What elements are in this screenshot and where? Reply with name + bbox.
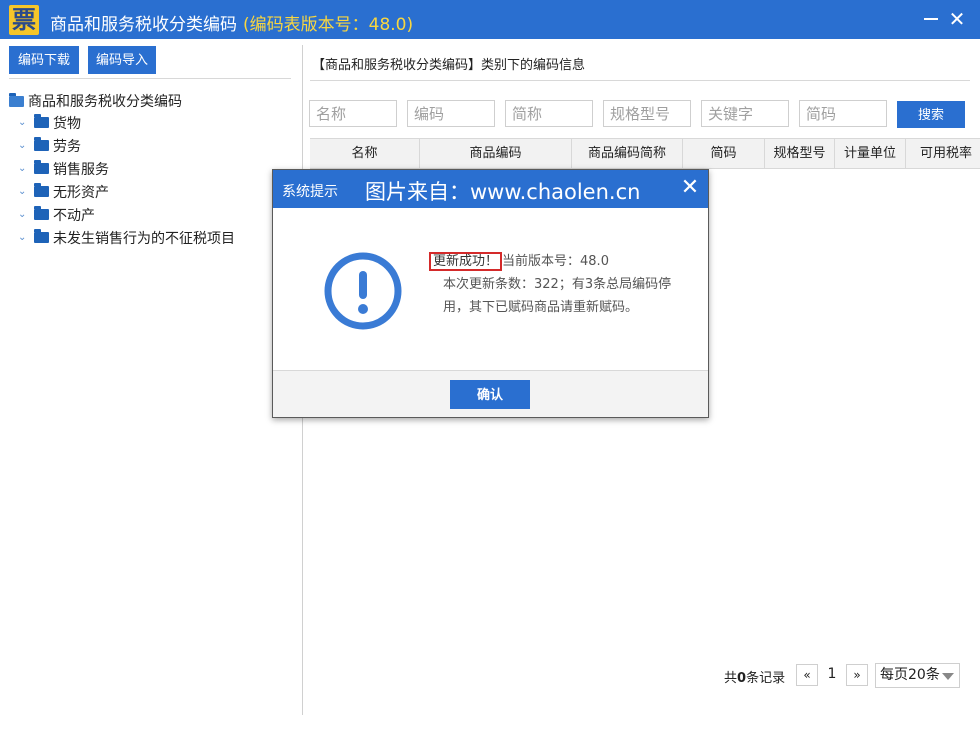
page-size-select[interactable]: 每页20条 <box>875 663 960 688</box>
column-header-unit[interactable]: 计量单位 <box>835 139 906 168</box>
folder-icon <box>34 137 49 151</box>
tree-item-label: 劳务 <box>53 138 81 155</box>
tree-item-non-taxable[interactable]: ⌄ 未发生销售行为的不征税项目 <box>9 226 235 249</box>
search-button[interactable]: 搜索 <box>897 101 965 128</box>
dialog-title: 系统提示 <box>282 184 338 200</box>
column-header-code-abbr[interactable]: 商品编码简称 <box>572 139 683 168</box>
close-icon: ✕ <box>948 7 966 31</box>
dropdown-arrow-icon <box>942 673 954 680</box>
column-header-name[interactable]: 名称 <box>310 139 420 168</box>
search-abbr-input[interactable] <box>505 100 593 127</box>
version-text: (编码表版本号：48.0) <box>243 15 414 35</box>
folder-icon <box>34 160 49 174</box>
tree-item-intangible-assets[interactable]: ⌄ 无形资产 <box>9 180 235 203</box>
prev-page-button[interactable]: « <box>796 664 818 686</box>
dialog-message: 更新成功！ 当前版本号：48.0 本次更新条数：322；有3条总局编码停用，其下已… <box>429 250 693 319</box>
confirm-button[interactable]: 确认 <box>450 380 530 409</box>
close-window-button[interactable]: ✕ <box>944 6 970 32</box>
tree-root[interactable]: 商品和服务税收分类编码 <box>9 91 235 111</box>
tree-item-label: 无形资产 <box>53 184 109 201</box>
search-spec-input[interactable] <box>603 100 691 127</box>
section-title: 【商品和服务税收分类编码】类别下的编码信息 <box>312 58 586 73</box>
record-count: 共0条记录 <box>724 667 785 686</box>
dialog-body: 更新成功！ 当前版本号：48.0 本次更新条数：322；有3条总局编码停用，其下已… <box>273 208 708 370</box>
category-tree: 商品和服务税收分类编码 ⌄ 货物 ⌄ 劳务 ⌄ 销售服务 ⌄ 无形资产 ⌄ 不动… <box>9 91 235 249</box>
folder-icon <box>34 206 49 220</box>
success-text: 更新成功！ <box>429 252 503 271</box>
column-header-shortcode[interactable]: 简码 <box>683 139 765 168</box>
expand-chevron-icon[interactable]: ⌄ <box>18 117 32 128</box>
divider <box>310 80 970 81</box>
page-size-value: 每页20条 <box>880 667 940 683</box>
folder-icon <box>34 114 49 128</box>
column-header-code[interactable]: 商品编码 <box>420 139 572 168</box>
system-prompt-dialog: 系统提示 图片来自：www.chaolen.cn ✕ 更新成功！ 当前版本号：48… <box>272 169 709 418</box>
expand-chevron-icon[interactable]: ⌄ <box>18 186 32 197</box>
expand-chevron-icon[interactable]: ⌄ <box>18 163 32 174</box>
tree-item-label: 未发生销售行为的不征税项目 <box>53 230 235 247</box>
record-count-value: 0 <box>737 671 747 686</box>
expand-chevron-icon[interactable]: ⌄ <box>18 232 32 243</box>
page-number[interactable]: 1 <box>824 666 840 682</box>
tree-item-sales-service[interactable]: ⌄ 销售服务 <box>9 157 235 180</box>
dialog-header: 系统提示 图片来自：www.chaolen.cn ✕ <box>273 170 708 208</box>
record-count-prefix: 共 <box>724 671 738 686</box>
title-bar: 票 商品和服务税收分类编码 (编码表版本号：48.0) ✕ <box>0 0 980 39</box>
folder-icon <box>34 183 49 197</box>
expand-chevron-icon[interactable]: ⌄ <box>18 140 32 151</box>
code-download-button[interactable]: 编码下载 <box>9 46 79 74</box>
tree-item-label: 销售服务 <box>53 161 109 178</box>
tree-item-label: 不动产 <box>53 207 95 224</box>
update-detail-text: 本次更新条数：322；有3条总局编码停用，其下已赋码商品请重新赋码。 <box>443 277 672 315</box>
tree-item-goods[interactable]: ⌄ 货物 <box>9 111 235 134</box>
dialog-footer: 确认 <box>273 370 708 417</box>
tree-item-labor[interactable]: ⌄ 劳务 <box>9 134 235 157</box>
dialog-close-button[interactable]: ✕ <box>679 177 701 199</box>
code-import-button[interactable]: 编码导入 <box>88 46 156 74</box>
tree-root-label: 商品和服务税收分类编码 <box>28 94 182 110</box>
search-name-input[interactable] <box>309 100 397 127</box>
table-header: 名称 商品编码 商品编码简称 简码 规格型号 计量单位 可用税率 <box>310 138 980 169</box>
folder-open-icon <box>9 92 24 107</box>
column-header-tax-rate[interactable]: 可用税率 <box>906 139 980 168</box>
divider <box>9 78 291 79</box>
folder-icon <box>34 229 49 243</box>
tree-item-label: 货物 <box>53 115 81 132</box>
next-page-button[interactable]: » <box>846 664 868 686</box>
minimize-icon <box>924 18 938 20</box>
window-title: 商品和服务税收分类编码 (编码表版本号：48.0) <box>50 10 413 35</box>
column-header-spec[interactable]: 规格型号 <box>765 139 835 168</box>
expand-chevron-icon[interactable]: ⌄ <box>18 209 32 220</box>
app-title-text: 商品和服务税收分类编码 <box>50 15 237 35</box>
app-logo-icon: 票 <box>9 5 39 35</box>
left-panel: 编码下载 编码导入 商品和服务税收分类编码 ⌄ 货物 ⌄ 劳务 ⌄ 销售服务 ⌄… <box>0 39 302 737</box>
alert-icon <box>324 252 402 330</box>
record-count-suffix: 条记录 <box>746 671 786 686</box>
minimize-button[interactable] <box>918 6 944 32</box>
search-keyword-input[interactable] <box>701 100 789 127</box>
watermark-text: 图片来自：www.chaolen.cn <box>365 180 641 204</box>
current-version-text: 当前版本号：48.0 <box>502 254 609 269</box>
search-shortcode-input[interactable] <box>799 100 887 127</box>
search-code-input[interactable] <box>407 100 495 127</box>
tree-item-real-estate[interactable]: ⌄ 不动产 <box>9 203 235 226</box>
